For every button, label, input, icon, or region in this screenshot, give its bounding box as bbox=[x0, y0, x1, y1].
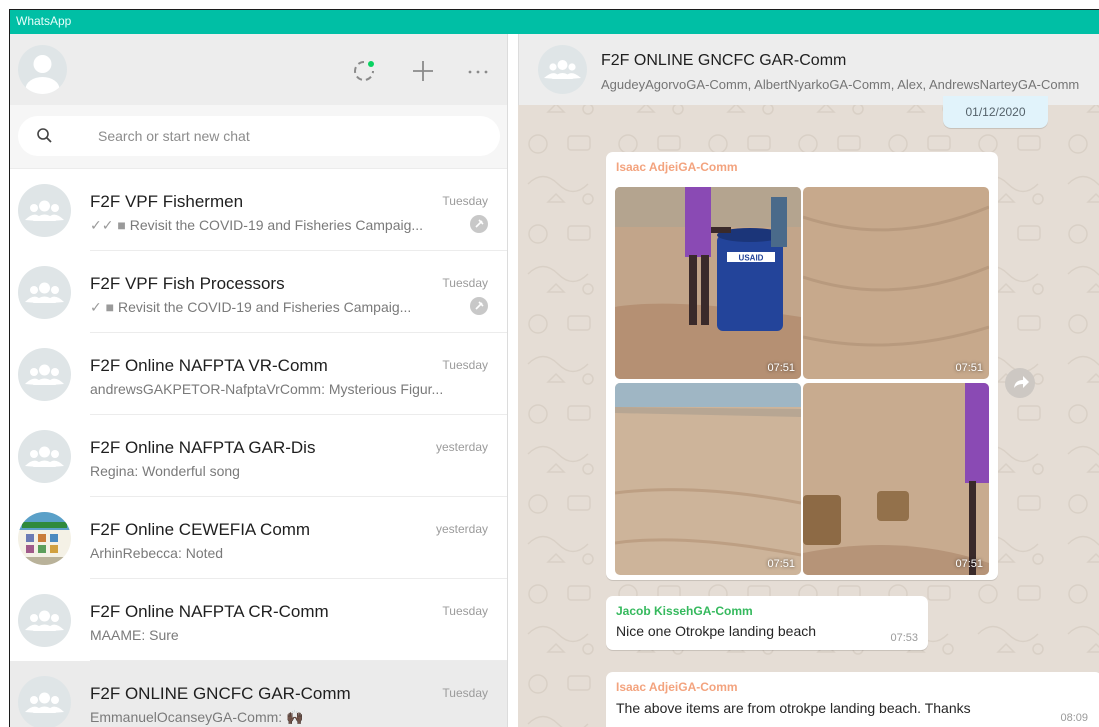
chat-last-message: ArhinRebecca: Noted bbox=[90, 545, 224, 561]
group-photo-avatar bbox=[18, 512, 71, 565]
forward-icon[interactable] bbox=[1005, 368, 1035, 398]
search-input[interactable] bbox=[98, 125, 478, 147]
message-time: 08:09 bbox=[1060, 712, 1088, 724]
message-sender: Isaac AdjeiGA-Comm bbox=[616, 680, 738, 694]
message-text: The above items are from otrokpe landing… bbox=[616, 700, 971, 716]
photo-thumbnail[interactable]: 07:51 bbox=[615, 383, 801, 575]
photo-thumbnail[interactable]: 07:51 bbox=[803, 187, 989, 379]
chat-list-scrollbar[interactable] bbox=[507, 197, 508, 317]
photo-time: 07:51 bbox=[955, 558, 983, 570]
conversation-pane: F2F ONLINE GNCFC GAR-Comm AgudeyAgorvoGA… bbox=[518, 34, 1099, 727]
search-icon bbox=[36, 127, 54, 145]
chat-last-message: ✓ ■ Revisit the COVID-19 and Fisheries C… bbox=[90, 299, 412, 315]
chat-time: Tuesday bbox=[442, 686, 488, 700]
chat-item[interactable]: F2F Online NAFPTA VR-Comm Tuesday andrew… bbox=[10, 333, 507, 415]
photo-thumbnail[interactable]: USAID 07:51 bbox=[615, 187, 801, 379]
group-avatar bbox=[18, 184, 71, 237]
photo-time: 07:51 bbox=[767, 362, 795, 374]
chat-item[interactable]: F2F Online NAFPTA CR-Comm Tuesday MAAME:… bbox=[10, 579, 507, 661]
group-avatar bbox=[18, 348, 71, 401]
message-time: 07:53 bbox=[890, 632, 918, 644]
ellipsis-icon[interactable] bbox=[465, 58, 491, 84]
conversation-header[interactable]: F2F ONLINE GNCFC GAR-Comm AgudeyAgorvoGA… bbox=[518, 34, 1099, 105]
chat-time: yesterday bbox=[435, 440, 488, 454]
photo-time: 07:51 bbox=[955, 362, 983, 374]
chat-name: F2F Online NAFPTA GAR-Dis bbox=[90, 438, 316, 457]
chat-time: Tuesday bbox=[442, 604, 488, 618]
photo-message-bubble: Isaac AdjeiGA-Comm USAID 07:51 07:51 07:… bbox=[606, 152, 998, 580]
status-icon[interactable] bbox=[351, 58, 377, 84]
chat-name: F2F Online NAFPTA VR-Comm bbox=[90, 356, 328, 375]
conversation-members: AgudeyAgorvoGA-Comm, AlbertNyarkoGA-Comm… bbox=[601, 77, 1080, 92]
chat-last-message: MAAME: Sure bbox=[90, 627, 179, 643]
chat-time: Tuesday bbox=[442, 276, 488, 290]
title-bar: WhatsApp bbox=[10, 10, 1099, 34]
chat-item-active[interactable]: F2F ONLINE GNCFC GAR-Comm Tuesday Emmanu… bbox=[10, 661, 507, 727]
chat-last-message: andrewsGAKPETOR-NafptaVrComm: Mysterious… bbox=[90, 381, 444, 397]
message-status-icon: ✓ ■ bbox=[90, 299, 115, 315]
message-bubble: Isaac AdjeiGA-Comm The above items are f… bbox=[606, 672, 1099, 727]
barrel-logo: USAID bbox=[739, 254, 764, 263]
chat-list-pane: F2F VPF Fishermen Tuesday ✓✓ ■ Revisit t… bbox=[10, 34, 508, 727]
chat-list: F2F VPF Fishermen Tuesday ✓✓ ■ Revisit t… bbox=[10, 169, 507, 727]
chat-time: Tuesday bbox=[442, 194, 488, 208]
chat-last-message: Regina: Wonderful song bbox=[90, 463, 240, 479]
pin-icon bbox=[470, 297, 488, 315]
chat-item[interactable]: F2F VPF Fishermen Tuesday ✓✓ ■ Revisit t… bbox=[10, 169, 507, 251]
chat-name: F2F Online NAFPTA CR-Comm bbox=[90, 602, 329, 621]
window-title: WhatsApp bbox=[16, 14, 72, 28]
pin-icon bbox=[470, 215, 488, 233]
chat-name: F2F ONLINE GNCFC GAR-Comm bbox=[90, 684, 351, 703]
message-sender: Isaac AdjeiGA-Comm bbox=[616, 160, 738, 174]
chat-time: yesterday bbox=[435, 522, 488, 536]
group-avatar bbox=[18, 594, 71, 647]
group-avatar bbox=[18, 676, 71, 727]
chat-time: Tuesday bbox=[442, 358, 488, 372]
chat-name: F2F VPF Fish Processors bbox=[90, 274, 285, 293]
message-status-icon: ✓✓ ■ bbox=[90, 217, 126, 233]
app-window: WhatsApp Search or start new chat F2F VP… bbox=[9, 9, 1099, 727]
date-chip: 01/12/2020 bbox=[943, 96, 1048, 128]
chat-item[interactable]: F2F Online NAFPTA GAR-Dis yesterday Regi… bbox=[10, 415, 507, 497]
chat-item[interactable]: F2F VPF Fish Processors Tuesday ✓ ■ Revi… bbox=[10, 251, 507, 333]
photo-thumbnail[interactable]: 07:51 bbox=[803, 383, 989, 575]
chat-item[interactable]: F2F Online CEWEFIA Comm yesterday ArhinR… bbox=[10, 497, 507, 579]
group-avatar bbox=[18, 266, 71, 319]
plus-icon[interactable] bbox=[410, 58, 436, 84]
chat-name: F2F Online CEWEFIA Comm bbox=[90, 520, 311, 539]
photo-time: 07:51 bbox=[767, 558, 795, 570]
group-avatar[interactable] bbox=[538, 45, 587, 94]
conversation-title: F2F ONLINE GNCFC GAR-Comm bbox=[601, 52, 847, 69]
search-bar bbox=[10, 105, 507, 169]
my-avatar[interactable] bbox=[18, 45, 67, 94]
message-sender: Jacob KissehGA-Comm bbox=[616, 604, 753, 618]
group-avatar bbox=[18, 430, 71, 483]
message-text: Nice one Otrokpe landing beach bbox=[616, 623, 817, 639]
search-box[interactable] bbox=[18, 116, 500, 156]
chat-name: F2F VPF Fishermen bbox=[90, 192, 244, 211]
left-header bbox=[10, 34, 507, 105]
chat-last-message: EmmanuelOcanseyGA-Comm: 🙌🏿 bbox=[90, 709, 304, 725]
message-bubble: Jacob KissehGA-Comm Nice one Otrokpe lan… bbox=[606, 596, 928, 650]
chat-last-message: ✓✓ ■ Revisit the COVID-19 and Fisheries … bbox=[90, 217, 424, 233]
